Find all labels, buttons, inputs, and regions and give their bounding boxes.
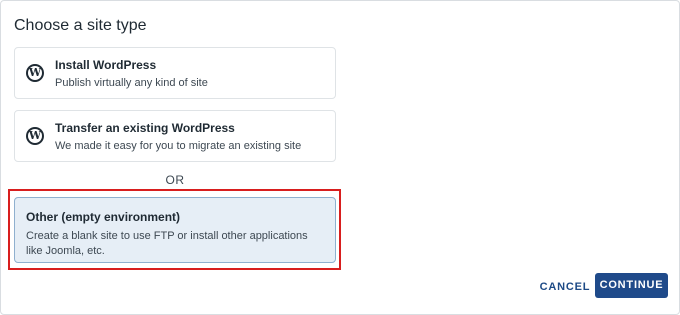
cancel-button[interactable]: CANCEL — [537, 277, 593, 297]
option-description: Publish virtually any kind of site — [55, 77, 208, 89]
page-title: Choose a site type — [14, 17, 147, 34]
option-title: Transfer an existing WordPress — [55, 121, 235, 135]
option-transfer-wordpress[interactable]: W Transfer an existing WordPress We made… — [14, 110, 336, 162]
option-description: Create a blank site to use FTP or instal… — [26, 230, 308, 257]
option-install-wordpress[interactable]: W Install WordPress Publish virtually an… — [14, 47, 336, 99]
option-title: Other (empty environment) — [26, 210, 181, 224]
wordpress-icon: W — [26, 64, 44, 82]
wordpress-icon: W — [26, 127, 44, 145]
option-title: Install WordPress — [55, 58, 157, 72]
or-separator: OR — [165, 173, 185, 187]
option-description: We made it easy for you to migrate an ex… — [55, 140, 302, 152]
site-type-panel: Choose a site type W Install WordPress P… — [0, 0, 680, 315]
option-other-empty-environment[interactable]: Other (empty environment) Create a blank… — [14, 197, 336, 263]
continue-button[interactable]: CONTINUE — [595, 273, 668, 298]
